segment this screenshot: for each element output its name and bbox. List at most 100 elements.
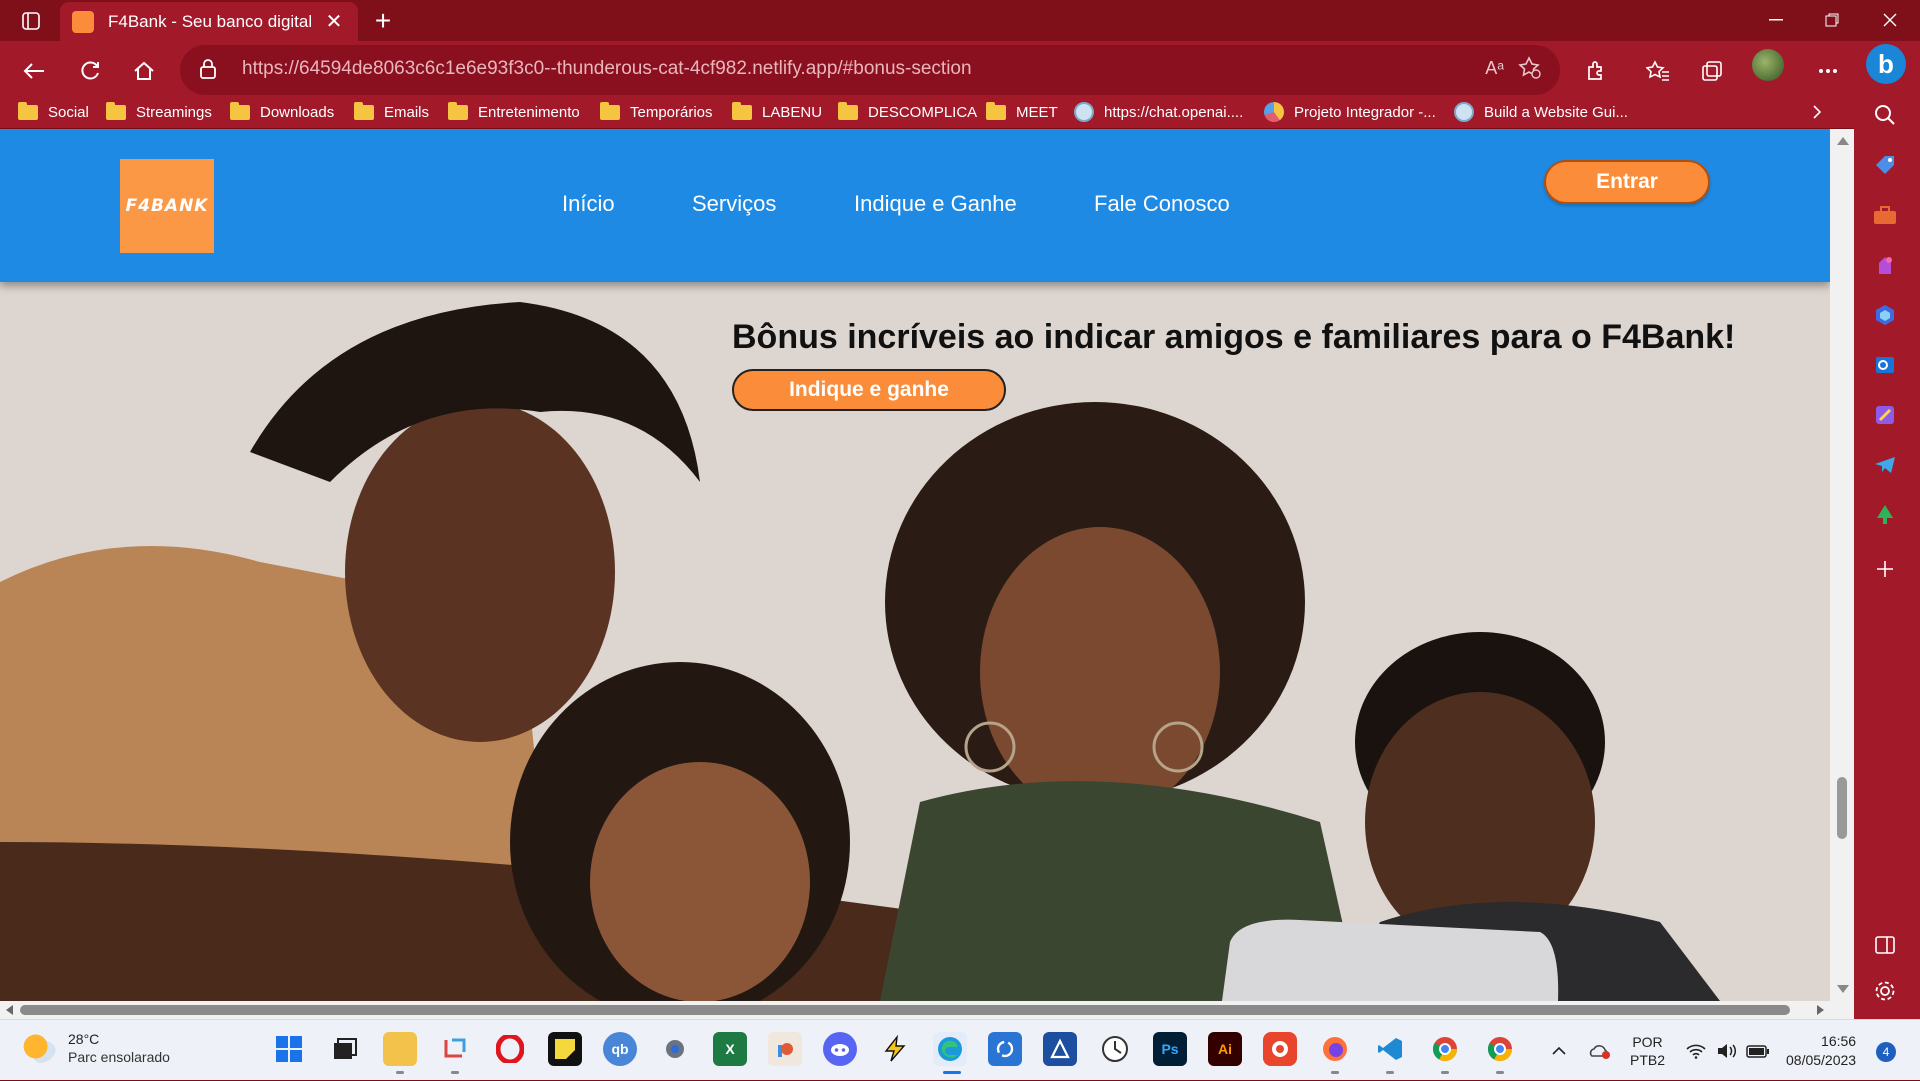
nav-fale-conosco[interactable]: Fale Conosco xyxy=(1094,191,1230,217)
microsoft-365-icon[interactable] xyxy=(1870,300,1900,330)
bookmark-meet[interactable]: MEET xyxy=(986,95,1058,129)
telegram-icon[interactable] xyxy=(1870,450,1900,480)
edge-sidebar xyxy=(1854,41,1920,1019)
hide-sidebar-icon[interactable] xyxy=(1870,930,1900,960)
bookmark-streamings[interactable]: Streamings xyxy=(106,95,212,129)
close-window-icon[interactable] xyxy=(1862,0,1918,40)
clock-icon[interactable] xyxy=(1098,1032,1132,1066)
collections-icon[interactable] xyxy=(1692,51,1732,91)
scroll-left-arrow-icon[interactable] xyxy=(6,1005,13,1015)
start-icon[interactable] xyxy=(272,1032,306,1066)
scroll-down-arrow-icon[interactable] xyxy=(1837,985,1849,993)
shopping-tag-icon[interactable] xyxy=(1870,150,1900,180)
address-bar[interactable]: https://64594de8063c6c1e6e93f3c0--thunde… xyxy=(180,45,1560,95)
bookmark-temporarios[interactable]: Temporários xyxy=(600,95,713,129)
folder-icon xyxy=(18,101,38,120)
opera-icon[interactable] xyxy=(493,1032,527,1066)
restore-icon[interactable] xyxy=(1804,0,1860,40)
bookmark-entretenimento[interactable]: Entretenimento xyxy=(448,95,580,129)
azure-data-studio-icon[interactable] xyxy=(1043,1032,1077,1066)
qbittorrent-icon[interactable]: qb xyxy=(603,1032,637,1066)
read-aloud-icon[interactable]: Aᵃ xyxy=(1485,58,1504,79)
add-sidebar-app-icon[interactable] xyxy=(1870,554,1900,584)
sticky-notes-icon[interactable] xyxy=(548,1032,582,1066)
power-automate-icon[interactable] xyxy=(878,1032,912,1066)
bookmark-build-website[interactable]: Build a Website Gui... xyxy=(1454,95,1628,129)
close-tab-icon[interactable]: ✕ xyxy=(322,10,346,34)
battery-icon[interactable] xyxy=(1746,1020,1770,1081)
url-text[interactable]: https://64594de8063c6c1e6e93f3c0--thunde… xyxy=(242,58,972,80)
screenrec-icon[interactable] xyxy=(1263,1032,1297,1066)
folder-icon xyxy=(732,101,752,120)
horizontal-scrollbar[interactable] xyxy=(0,1001,1830,1019)
running-indicator xyxy=(451,1071,459,1074)
lock-icon[interactable] xyxy=(200,59,216,84)
minimize-icon[interactable] xyxy=(1748,0,1804,40)
indique-e-ganhe-button[interactable]: Indique e ganhe xyxy=(732,369,1006,411)
settings-icon[interactable] xyxy=(658,1032,692,1066)
login-button[interactable]: Entrar xyxy=(1544,160,1710,204)
games-icon[interactable] xyxy=(1870,250,1900,280)
bookmark-labenu[interactable]: LABENU xyxy=(732,95,822,129)
horizontal-scroll-thumb[interactable] xyxy=(20,1005,1790,1015)
more-bookmarks-chevron-icon[interactable] xyxy=(1812,95,1822,129)
bing-chat-icon[interactable]: b xyxy=(1866,44,1906,84)
firefox-icon[interactable] xyxy=(1318,1032,1352,1066)
onedrive-error-icon[interactable] xyxy=(1588,1020,1612,1081)
vscode-icon[interactable] xyxy=(1373,1032,1407,1066)
snipping-tool-icon[interactable] xyxy=(438,1032,472,1066)
bookmark-emails[interactable]: Emails xyxy=(354,95,429,129)
bookmark-chatgpt[interactable]: https://chat.openai.... xyxy=(1074,95,1243,129)
wifi-icon[interactable] xyxy=(1686,1020,1706,1081)
input-language[interactable]: POR PTB2 xyxy=(1630,1020,1665,1081)
designer-icon[interactable] xyxy=(1870,400,1900,430)
more-options-icon[interactable] xyxy=(1808,51,1848,91)
system-clock[interactable]: 16:56 08/05/2023 xyxy=(1786,1032,1856,1070)
new-tab-icon[interactable]: + xyxy=(368,5,398,36)
lang-top: POR xyxy=(1632,1033,1663,1050)
bookmark-descomplica[interactable]: DESCOMPLICA xyxy=(838,95,977,129)
scroll-up-arrow-icon[interactable] xyxy=(1837,137,1849,145)
f4bank-logo[interactable]: F4BANK xyxy=(120,159,214,253)
excel-icon[interactable]: X xyxy=(713,1032,747,1066)
illustrator-icon[interactable]: Ai xyxy=(1208,1032,1242,1066)
search-icon[interactable] xyxy=(1870,100,1900,130)
nav-servicos[interactable]: Serviços xyxy=(692,191,776,217)
bookmark-social[interactable]: Social xyxy=(18,95,89,129)
profile-avatar[interactable] xyxy=(1752,49,1784,81)
chrome-profile-icon[interactable] xyxy=(1483,1032,1517,1066)
tools-icon[interactable] xyxy=(1870,200,1900,230)
bookmark-label: Streamings xyxy=(136,103,212,121)
discord-icon[interactable] xyxy=(823,1032,857,1066)
vertical-scroll-thumb[interactable] xyxy=(1837,777,1847,839)
favorites-icon[interactable] xyxy=(1638,51,1678,91)
active-tab[interactable]: F4Bank - Seu banco digital ✕ xyxy=(60,2,358,41)
back-icon[interactable] xyxy=(14,51,54,91)
weather-widget[interactable]: 28°C Parc ensolarado xyxy=(22,1030,170,1066)
outlook-icon[interactable] xyxy=(1870,350,1900,380)
bookmark-downloads[interactable]: Downloads xyxy=(230,95,334,129)
extensions-icon[interactable] xyxy=(1576,51,1616,91)
tab-actions-icon[interactable] xyxy=(14,8,48,34)
file-explorer-icon[interactable] xyxy=(383,1032,417,1066)
nav-inicio[interactable]: Início xyxy=(562,191,615,217)
chrome-icon[interactable] xyxy=(1428,1032,1462,1066)
volume-icon[interactable] xyxy=(1716,1020,1738,1081)
settings-gear-icon[interactable] xyxy=(1870,976,1900,1006)
tree-icon[interactable] xyxy=(1870,500,1900,530)
nav-indique-e-ganhe[interactable]: Indique e Ganhe xyxy=(854,191,1017,217)
add-favorite-icon[interactable] xyxy=(1518,56,1542,85)
task-view-icon[interactable] xyxy=(328,1032,362,1066)
show-hidden-icons-chevron-icon[interactable] xyxy=(1552,1020,1566,1081)
refresh-icon[interactable] xyxy=(70,51,110,91)
sync-icon[interactable] xyxy=(988,1032,1022,1066)
home-icon[interactable] xyxy=(124,51,164,91)
notification-badge[interactable]: 4 xyxy=(1876,1042,1896,1062)
photoshop-icon[interactable]: Ps xyxy=(1153,1032,1187,1066)
vertical-scrollbar[interactable] xyxy=(1830,129,1854,1001)
paint-icon[interactable] xyxy=(768,1032,802,1066)
scroll-right-arrow-icon[interactable] xyxy=(1817,1005,1824,1015)
edge-icon[interactable] xyxy=(933,1032,967,1066)
running-indicator xyxy=(396,1071,404,1074)
bookmark-projeto-integrador[interactable]: Projeto Integrador -... xyxy=(1264,95,1436,129)
